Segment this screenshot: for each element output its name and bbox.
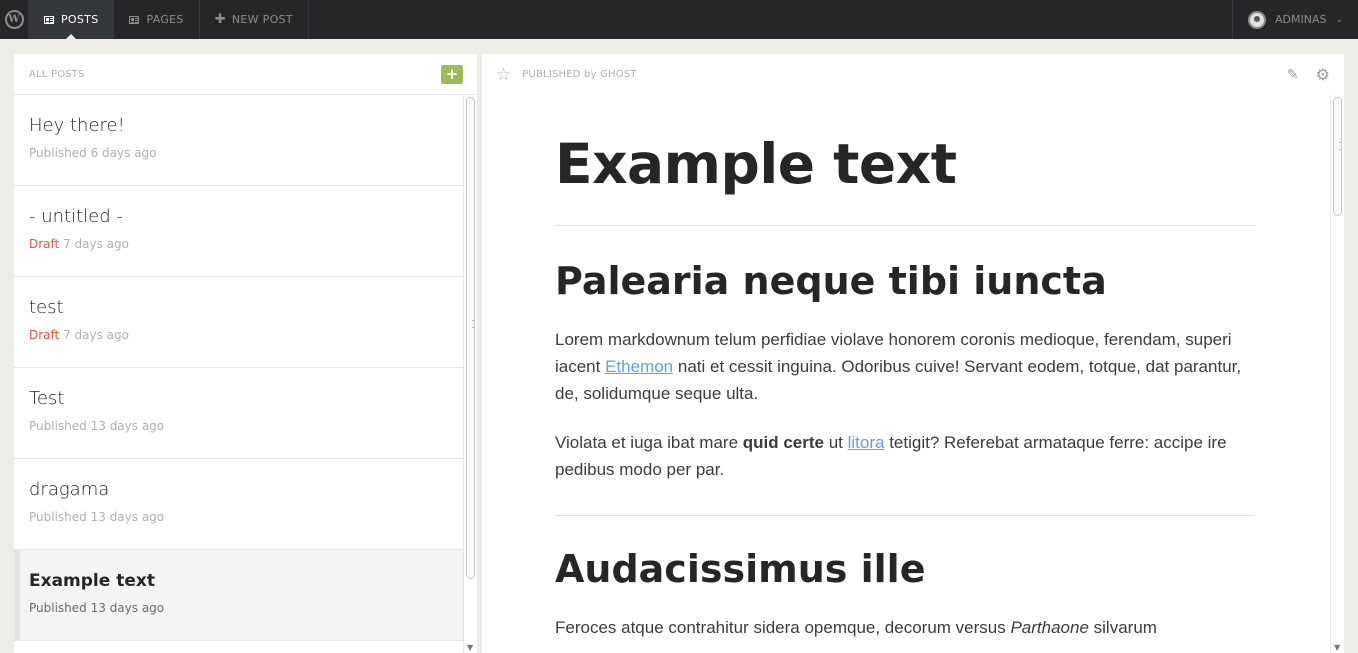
nav-new-post[interactable]: ✚ NEW POST xyxy=(200,0,309,39)
post-title: dragama xyxy=(29,479,110,500)
posts-icon xyxy=(44,15,54,24)
wordpress-logo-icon[interactable]: W xyxy=(0,0,29,39)
posts-list-header: ALL POSTS + xyxy=(14,54,477,95)
add-post-button[interactable]: + xyxy=(441,64,463,84)
post-item[interactable]: - untitled - Draft 7 days ago xyxy=(14,186,463,277)
grip-icon xyxy=(472,320,475,328)
plus-icon: ✚ xyxy=(214,12,226,27)
text: Violata et iuga ibat mare xyxy=(555,433,743,452)
pages-icon xyxy=(129,15,140,24)
nav-pages[interactable]: PAGES xyxy=(114,0,200,39)
publish-status: PUBLISHED by GHOST xyxy=(522,69,637,80)
article-heading: Palearia neque tibi iuncta xyxy=(555,259,1107,303)
post-time: 6 days ago xyxy=(90,146,157,160)
post-time: 7 days ago xyxy=(63,328,129,342)
grip-icon xyxy=(1339,142,1342,150)
gear-icon[interactable]: ⚙ xyxy=(1316,65,1330,84)
text: ut xyxy=(824,433,848,452)
article-paragraph: Feroces atque contrahitur sidera opemque… xyxy=(555,614,1255,641)
post-item-selected[interactable]: Example text Published 13 days ago xyxy=(14,550,463,641)
nav-posts-label: POSTS xyxy=(61,13,99,26)
post-status: Published xyxy=(29,146,87,160)
post-item[interactable]: dragama Published 13 days ago xyxy=(14,459,463,550)
post-meta: Published 13 days ago xyxy=(29,419,448,433)
post-meta: Published 6 days ago xyxy=(29,146,448,160)
article-title: Example text xyxy=(555,132,957,196)
post-time: 13 days ago xyxy=(90,510,165,524)
text: Feroces atque contrahitur sidera opemque… xyxy=(555,618,1011,637)
post-meta: Published 13 days ago xyxy=(29,601,448,615)
post-meta: Published 13 days ago xyxy=(29,510,448,524)
bold-text: quid certe xyxy=(742,433,824,452)
post-title: test xyxy=(29,297,64,318)
post-time: 13 days ago xyxy=(90,419,165,433)
ethemon-link[interactable]: Ethemon xyxy=(605,357,673,376)
divider xyxy=(555,225,1255,226)
all-posts-title: ALL POSTS xyxy=(29,68,85,80)
post-title: Hey there! xyxy=(29,115,125,136)
post-item[interactable]: test Draft 7 days ago xyxy=(14,277,463,368)
user-name: ADMINAS xyxy=(1274,13,1327,26)
post-meta: Draft 7 days ago xyxy=(29,237,448,251)
user-menu[interactable]: ADMINAS ⌄ xyxy=(1231,0,1358,39)
avatar-icon xyxy=(1247,10,1266,29)
post-title: - untitled - xyxy=(29,206,123,227)
scrollbar-thumb[interactable] xyxy=(1333,97,1342,216)
top-navbar: W POSTS PAGES ✚ NEW POST ADMINAS ⌄ xyxy=(0,0,1358,39)
post-item[interactable]: Test Published 13 days ago xyxy=(14,368,463,459)
post-preview-panel: ☆ PUBLISHED by GHOST ✎ ⚙ Example text Pa… xyxy=(482,54,1344,653)
nav-pages-label: PAGES xyxy=(146,13,184,26)
italic-text: Parthaone xyxy=(1010,618,1089,637)
post-status: Draft xyxy=(29,328,60,342)
posts-list-panel: ALL POSTS + Hey there! Published 6 days … xyxy=(14,54,477,653)
post-list: Hey there! Published 6 days ago - untitl… xyxy=(14,95,463,641)
preview-actions: ✎ ⚙ xyxy=(1287,65,1330,84)
post-meta: Draft 7 days ago xyxy=(29,328,448,342)
post-item[interactable]: Hey there! Published 6 days ago xyxy=(14,95,463,186)
nav-posts[interactable]: POSTS xyxy=(29,0,115,39)
post-status: Draft xyxy=(29,237,60,251)
logo-mark: W xyxy=(4,10,24,29)
scroll-down-arrow-icon[interactable]: ▼ xyxy=(1334,643,1340,652)
chevron-down-icon: ⌄ xyxy=(1335,14,1343,25)
litora-link[interactable]: litora xyxy=(848,433,885,452)
scroll-down-arrow-icon[interactable]: ▼ xyxy=(467,643,473,652)
divider xyxy=(555,515,1255,516)
edit-pencil-icon[interactable]: ✎ xyxy=(1287,67,1299,83)
post-time: 7 days ago xyxy=(63,237,129,251)
star-icon[interactable]: ☆ xyxy=(496,65,511,85)
post-time: 13 days ago xyxy=(90,601,165,615)
post-list-scrollbar[interactable]: ▼ xyxy=(463,95,477,653)
post-title: Example text xyxy=(29,571,155,591)
article-heading: Audacissimus ille xyxy=(555,547,926,591)
article-paragraph: Lorem markdownum telum perfidiae violave… xyxy=(555,326,1255,407)
preview-scrollbar[interactable]: ▼ xyxy=(1330,95,1344,653)
nav-new-post-label: NEW POST xyxy=(231,13,293,26)
post-status: Published xyxy=(29,419,87,433)
post-status: Published xyxy=(29,510,87,524)
scrollbar-thumb[interactable] xyxy=(466,97,475,579)
article-paragraph: Violata et iuga ibat mare quid certe ut … xyxy=(555,429,1255,483)
post-title: Test xyxy=(29,388,65,409)
article-content: Example text Palearia neque tibi iuncta … xyxy=(555,95,1255,641)
post-status: Published xyxy=(29,601,87,615)
text: silvarum xyxy=(1088,618,1157,637)
preview-header: ☆ PUBLISHED by GHOST ✎ ⚙ xyxy=(482,54,1344,95)
